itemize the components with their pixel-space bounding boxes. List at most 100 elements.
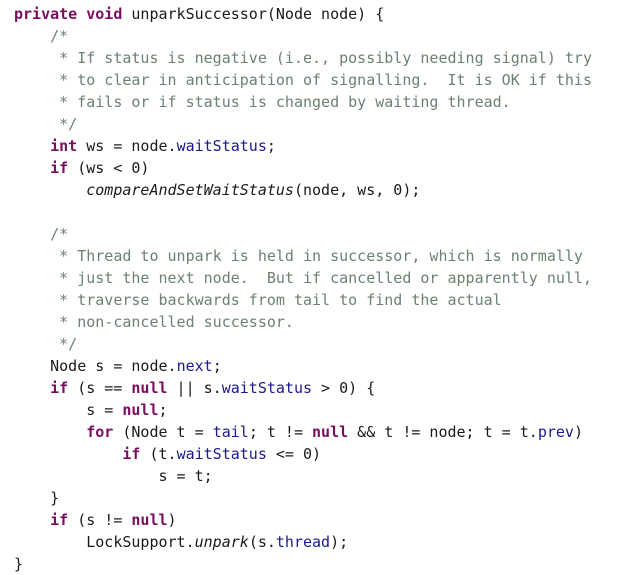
code-token-pln: s = t; [14,467,213,485]
code-token-cmt: * just the next node. But if cancelled o… [59,269,592,287]
code-token-pln: LockSupport. [14,533,195,551]
code-token-pln [14,247,59,265]
code-line: compareAndSetWaitStatus(node, ws, 0); [0,179,627,201]
code-line: * Thread to unpark is held in successor,… [0,245,627,267]
code-token-fld: next [176,357,213,375]
code-line: } [0,553,627,575]
code-token-kw: if [50,511,69,529]
code-token-pln: ; [212,357,222,375]
code-token-kw: if [50,379,69,397]
code-token-cmt: * fails or if status is changed by waiti… [59,93,511,111]
code-token-kw: null [122,401,159,419]
code-token-pln [14,71,59,89]
code-line: * traverse backwards from tail to find t… [0,289,627,311]
code-token-pln: Node s = node. [14,357,177,375]
code-token-pln: ws = node. [77,137,177,155]
code-listing: private void unparkSuccessor(Node node) … [0,3,627,573]
code-token-fld: tail [212,423,249,441]
code-token-pln: (ws < 0) [68,159,150,177]
code-line: s = null; [0,399,627,421]
code-token-pln: <= 0) [266,445,322,463]
code-line: private void unparkSuccessor(Node node) … [0,3,627,25]
code-token-pln [14,335,59,353]
code-token-pln [14,115,59,133]
code-token-kw: for [86,423,114,441]
code-line: * If status is negative (i.e., possibly … [0,47,627,69]
code-token-pln: (t. [140,445,177,463]
code-token-pln: unparkSuccessor(Node node) { [122,5,385,23]
code-line: * fails or if status is changed by waiti… [0,91,627,113]
code-token-pln: ) [167,511,177,529]
code-token-pln [77,5,86,23]
code-token-pln [14,137,50,155]
code-line: s = t; [0,465,627,487]
code-line: if (ws < 0) [0,157,627,179]
code-token-kw: null [131,511,168,529]
code-line: if (s == null || s.waitStatus > 0) { [0,377,627,399]
code-token-kw: void [86,5,123,23]
code-token-pln: ); [330,533,349,551]
code-token-mth: unpark [194,533,249,551]
code-line: /* [0,223,627,245]
code-token-fld: thread [275,533,331,551]
code-token-pln [14,313,59,331]
code-token-cmt: * to clear in anticipation of signalling… [59,71,592,89]
code-token-pln: ) [573,423,583,441]
code-token-kw: null [312,423,349,441]
code-token-fld: waitStatus [176,137,267,155]
code-token-pln: (node, ws, 0); [293,181,421,199]
code-token-kw: if [122,445,141,463]
code-line: LockSupport.unpark(s.thread); [0,531,627,553]
code-token-pln: ; [266,137,276,155]
code-token-pln [14,423,86,441]
code-token-cmt: * traverse backwards from tail to find t… [59,291,502,309]
code-token-cmt: */ [59,335,78,353]
code-token-cmt: * If status is negative (i.e., possibly … [59,49,592,67]
code-token-pln [14,49,59,67]
code-token-pln: } [14,489,60,507]
code-token-cmt: * Thread to unpark is held in successor,… [59,247,583,265]
code-token-kw: private [14,5,78,23]
code-line: int ws = node.waitStatus; [0,135,627,157]
code-token-cmt: * non-cancelled successor. [59,313,294,331]
code-line: * to clear in anticipation of signalling… [0,69,627,91]
code-token-pln [14,159,50,177]
code-line: } [0,487,627,509]
code-line: if (t.waitStatus <= 0) [0,443,627,465]
code-line: Node s = node.next; [0,355,627,377]
code-line: for (Node t = tail; t != null && t != no… [0,421,627,443]
code-token-pln: (s == [68,379,132,397]
code-token-cmt: /* [50,225,69,243]
code-token-pln: ; [158,401,168,419]
code-token-pln [14,27,50,45]
code-token-pln [14,511,50,529]
code-line: * just the next node. But if cancelled o… [0,267,627,289]
code-token-fld: waitStatus [221,379,313,397]
code-token-kw: if [50,159,69,177]
code-token-pln [14,445,122,463]
code-token-pln: ; t != [248,423,313,441]
code-token-pln: && t != node; t = t. [348,423,538,441]
code-token-fld: prev [537,423,574,441]
code-line: */ [0,333,627,355]
code-token-kw: int [50,137,78,155]
code-token-pln: > 0) { [312,379,376,397]
code-line: /* [0,25,627,47]
code-line: */ [0,113,627,135]
code-token-pln [14,291,59,309]
code-token-pln [14,225,50,243]
code-token-pln: (s != [68,511,132,529]
code-token-pln [14,269,59,287]
code-token-pln: } [14,555,24,573]
code-token-cmt: /* [50,27,69,45]
code-token-pln [14,93,59,111]
code-token-pln: (Node t = [113,423,213,441]
code-token-mth: compareAndSetWaitStatus [86,181,294,199]
code-line: if (s != null) [0,509,627,531]
code-line: * non-cancelled successor. [0,311,627,333]
code-token-pln [14,181,86,199]
code-token-fld: waitStatus [176,445,267,463]
code-token-pln: || s. [167,379,222,397]
code-token-kw: null [131,379,168,397]
